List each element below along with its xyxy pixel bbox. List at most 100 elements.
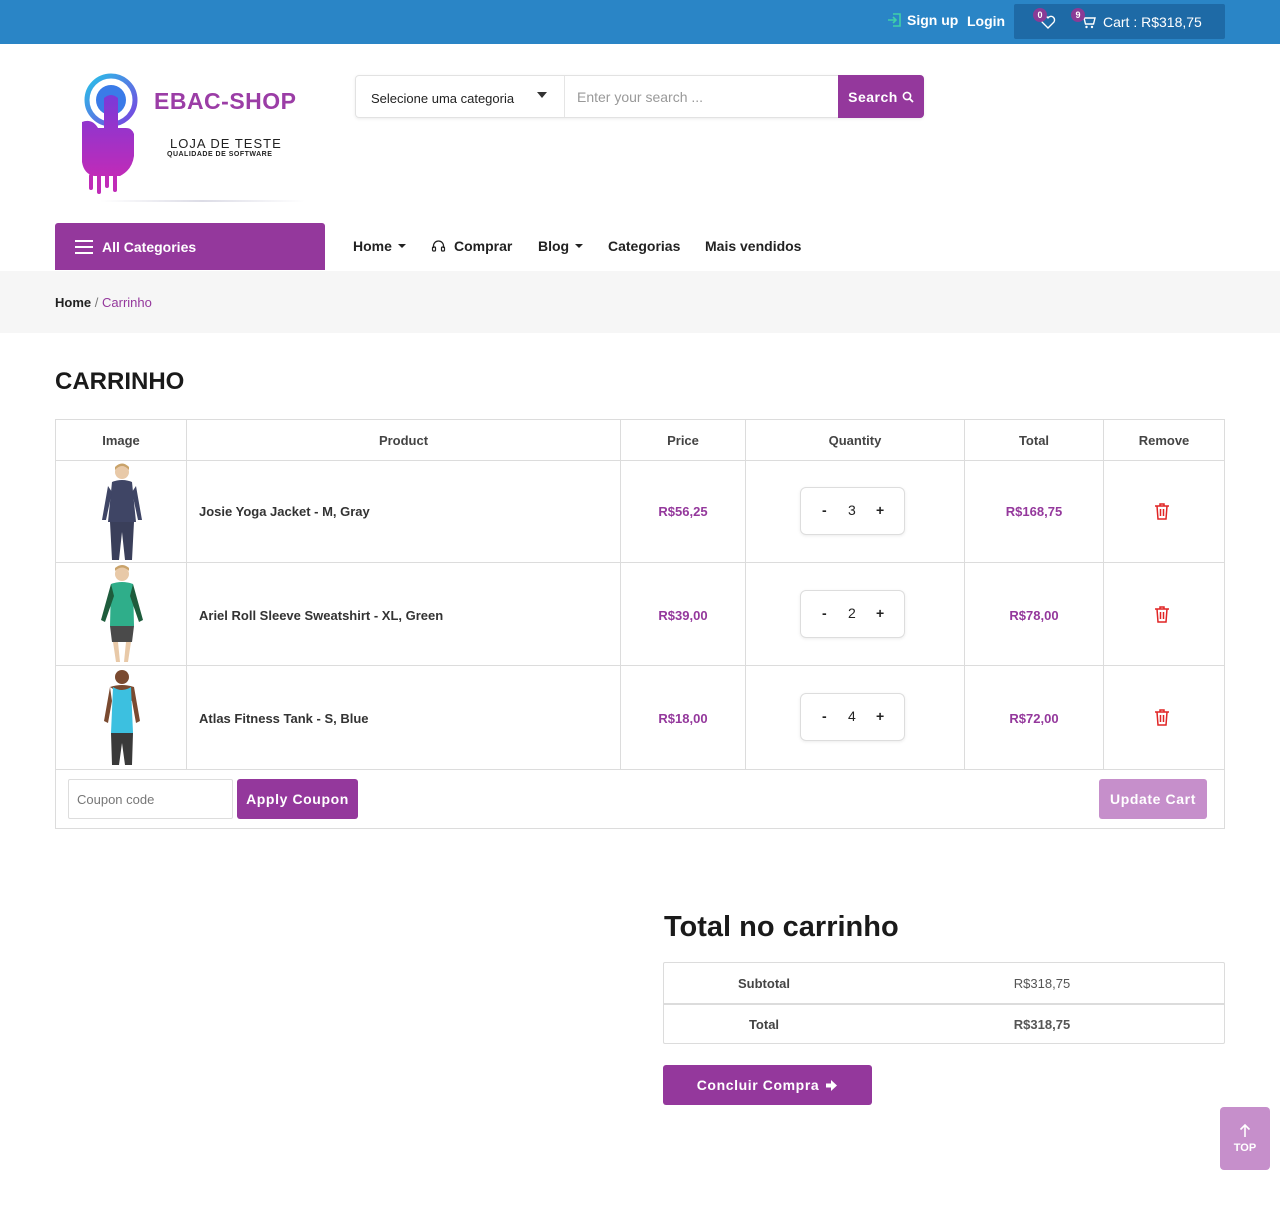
- column-divider: [745, 420, 746, 769]
- nav-categorias-label: Categorias: [608, 238, 681, 254]
- cart-totals-title: Total no carrinho: [664, 911, 899, 943]
- nav-comprar-label: Comprar: [454, 238, 513, 254]
- quantity-stepper[interactable]: - 3 +: [800, 487, 905, 535]
- row-divider: [56, 665, 1224, 666]
- logo-tagline: LOJA DE TESTE: [170, 136, 282, 151]
- signup-icon: [888, 13, 901, 27]
- all-categories-button[interactable]: All Categories: [55, 223, 325, 270]
- totals-divider: [664, 1003, 1224, 1005]
- wishlist-count-badge: 0: [1033, 8, 1047, 22]
- breadcrumb-home[interactable]: Home: [55, 295, 91, 310]
- nav-home-label: Home: [353, 238, 392, 254]
- page-title: CARRINHO: [55, 368, 185, 395]
- row-total: R$72,00: [1009, 711, 1059, 726]
- product-name[interactable]: Josie Yoga Jacket - M, Gray: [199, 504, 370, 519]
- search-input[interactable]: [566, 76, 838, 117]
- arrow-right-icon: [826, 1079, 838, 1091]
- chevron-down-icon: [575, 244, 584, 248]
- back-to-top-label: TOP: [1233, 1141, 1257, 1154]
- column-divider: [1103, 420, 1104, 769]
- login-link[interactable]: Login: [967, 13, 1005, 29]
- row-divider: [56, 562, 1224, 563]
- breadcrumb-separator: /: [94, 295, 99, 310]
- total-value: R$318,75: [1013, 1017, 1071, 1032]
- top-bar: Sign up Login 0 9 Cart : R$318,75: [0, 0, 1280, 44]
- product-name[interactable]: Atlas Fitness Tank - S, Blue: [199, 711, 369, 726]
- logo-subtagline: QUALIDADE DE SOFTWARE: [167, 151, 273, 158]
- checkout-button[interactable]: Concluir Compra: [663, 1065, 872, 1105]
- trash-icon[interactable]: [1154, 708, 1170, 726]
- headset-icon: [431, 239, 446, 252]
- logo-divider: [100, 200, 305, 202]
- apply-coupon-button[interactable]: Apply Coupon: [237, 779, 358, 819]
- menu-icon: [75, 239, 93, 254]
- quantity-increase-button[interactable]: +: [876, 708, 884, 724]
- nav-home[interactable]: Home: [353, 238, 406, 254]
- quantity-increase-button[interactable]: +: [876, 502, 884, 518]
- column-divider: [186, 420, 187, 769]
- quantity-stepper[interactable]: - 2 +: [800, 590, 905, 638]
- header-cart-box: 0 9 Cart : R$318,75: [1014, 4, 1225, 39]
- quantity-decrease-button[interactable]: -: [822, 502, 827, 518]
- quantity-value[interactable]: 3: [848, 502, 856, 518]
- subtotal-value: R$318,75: [1013, 976, 1071, 991]
- quantity-value[interactable]: 4: [848, 708, 856, 724]
- category-select[interactable]: Selecione uma categoria: [356, 76, 565, 117]
- signup-link[interactable]: Sign up: [886, 12, 958, 28]
- quantity-value[interactable]: 2: [848, 605, 856, 621]
- category-select-value: Selecione uma categoria: [371, 91, 515, 106]
- update-cart-button[interactable]: Update Cart: [1099, 779, 1207, 819]
- signup-label: Sign up: [907, 12, 959, 28]
- back-to-top-button[interactable]: TOP: [1220, 1107, 1270, 1170]
- nav-mais-vendidos[interactable]: Mais vendidos: [705, 238, 801, 254]
- all-categories-label: All Categories: [102, 238, 197, 255]
- nav-blog-label: Blog: [538, 238, 570, 254]
- cart-count-badge: 9: [1071, 8, 1085, 22]
- header-quantity: Quantity: [828, 432, 882, 448]
- row-total: R$78,00: [1009, 608, 1059, 623]
- quantity-increase-button[interactable]: +: [876, 605, 884, 621]
- nav-mais-vendidos-label: Mais vendidos: [705, 238, 802, 254]
- chevron-down-icon: [397, 244, 406, 248]
- nav-blog[interactable]: Blog: [538, 238, 584, 254]
- chevron-down-icon: [537, 92, 547, 98]
- header-product: Product: [378, 432, 429, 448]
- header-remove: Remove: [1138, 432, 1190, 448]
- row-divider: [56, 460, 1224, 461]
- breadcrumb: Home / Carrinho: [55, 295, 152, 310]
- product-image[interactable]: [96, 564, 148, 664]
- search-button-label: Search: [848, 88, 898, 105]
- arrow-up-icon: [1239, 1123, 1251, 1137]
- search-bar: Selecione uma categoria Search: [355, 75, 924, 118]
- trash-icon[interactable]: [1154, 605, 1170, 623]
- header-image: Image: [102, 432, 140, 448]
- product-image[interactable]: [96, 462, 148, 562]
- product-price: R$18,00: [658, 711, 708, 726]
- trash-icon[interactable]: [1154, 502, 1170, 520]
- product-price: R$56,25: [658, 504, 708, 519]
- product-image[interactable]: [96, 667, 148, 767]
- cart-totals-table: Subtotal R$318,75 Total R$318,75: [663, 962, 1225, 1044]
- hand-pointer-logo-icon: [82, 73, 138, 194]
- coupon-code-input[interactable]: [68, 779, 233, 819]
- header-total: Total: [1018, 432, 1050, 448]
- search-icon: [902, 91, 914, 103]
- breadcrumb-current: Carrinho: [102, 295, 152, 310]
- breadcrumb-bar: [0, 271, 1280, 333]
- quantity-stepper[interactable]: - 4 +: [800, 693, 905, 741]
- logo-brand: EBAC-SHOP: [154, 88, 297, 114]
- search-button[interactable]: Search: [838, 75, 924, 118]
- product-name[interactable]: Ariel Roll Sleeve Sweatshirt - XL, Green: [199, 608, 443, 623]
- row-total: R$168,75: [1005, 504, 1063, 519]
- product-price: R$39,00: [658, 608, 708, 623]
- cart-table: Image Product Price Quantity Total Remov…: [55, 419, 1225, 829]
- subtotal-label: Subtotal: [738, 976, 790, 991]
- row-divider: [56, 769, 1224, 770]
- quantity-decrease-button[interactable]: -: [822, 605, 827, 621]
- total-label: Total: [748, 1017, 780, 1032]
- nav-comprar[interactable]: Comprar: [431, 238, 512, 254]
- nav-categorias[interactable]: Categorias: [608, 238, 680, 254]
- cart-total-link[interactable]: Cart : R$318,75: [1103, 14, 1202, 30]
- quantity-decrease-button[interactable]: -: [822, 708, 827, 724]
- header-price: Price: [667, 432, 699, 448]
